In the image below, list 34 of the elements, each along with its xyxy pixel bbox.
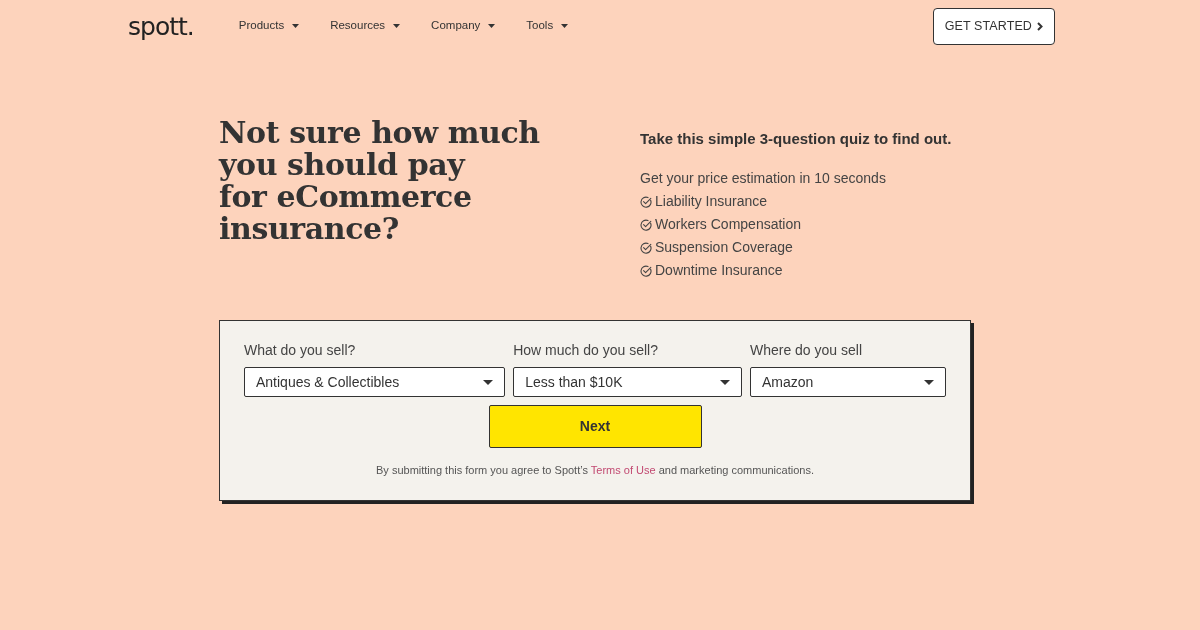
dropdown-field[interactable]: Amazon bbox=[749, 367, 946, 397]
spott-logo[interactable]: spott. bbox=[128, 13, 194, 39]
check-circle-icon bbox=[640, 241, 652, 254]
field-label: What do you sell? bbox=[244, 341, 357, 360]
caret-icon bbox=[561, 24, 569, 28]
caret-icon bbox=[292, 24, 300, 28]
caret-icon bbox=[719, 379, 730, 385]
nav-menu-link[interactable]: Products bbox=[238, 17, 300, 35]
field-label: Where do you sell bbox=[749, 341, 863, 360]
dropdown-field[interactable]: Less than $10K bbox=[513, 367, 742, 397]
caret-icon bbox=[483, 379, 494, 385]
benefit-text: Workers Compensation bbox=[655, 215, 802, 234]
benefit-text: Suspension Coverage bbox=[655, 238, 793, 257]
field-label: How much do you sell? bbox=[513, 341, 659, 360]
caret-icon bbox=[924, 379, 934, 385]
terms-of-use-link[interactable]: Terms of Use bbox=[590, 464, 656, 476]
check-circle-icon bbox=[640, 195, 652, 208]
nav-menu-link[interactable]: Tools bbox=[526, 17, 569, 35]
caret-icon bbox=[393, 24, 401, 28]
caret-icon bbox=[488, 24, 496, 28]
next-button[interactable]: Next bbox=[488, 405, 702, 448]
get-started-button[interactable]: GET STARTED bbox=[932, 7, 1055, 45]
hero-headline: Not sure how much you should pay for eCommerce insurance? bbox=[219, 117, 541, 245]
subtitle-text: Get your price estimation in 10 seconds bbox=[640, 169, 887, 188]
benefit-text: Downtime Insurance bbox=[655, 261, 783, 280]
quiz-heading: Take this simple 3-question quiz to find out. bbox=[640, 129, 952, 149]
nav-menu-link[interactable]: Company bbox=[431, 17, 496, 35]
disclaimer-text: By submitting this form you agree to Spott’s Terms of Use and marketing communications. bbox=[375, 463, 815, 477]
check-circle-icon bbox=[640, 264, 652, 277]
check-circle-icon bbox=[640, 218, 652, 231]
benefit-text: Liability Insurance bbox=[655, 192, 768, 211]
chevron-right-icon bbox=[1037, 21, 1043, 31]
nav-menu-link[interactable]: Resources bbox=[330, 17, 401, 35]
dropdown-field[interactable]: Antiques & Collectibles bbox=[244, 367, 506, 397]
